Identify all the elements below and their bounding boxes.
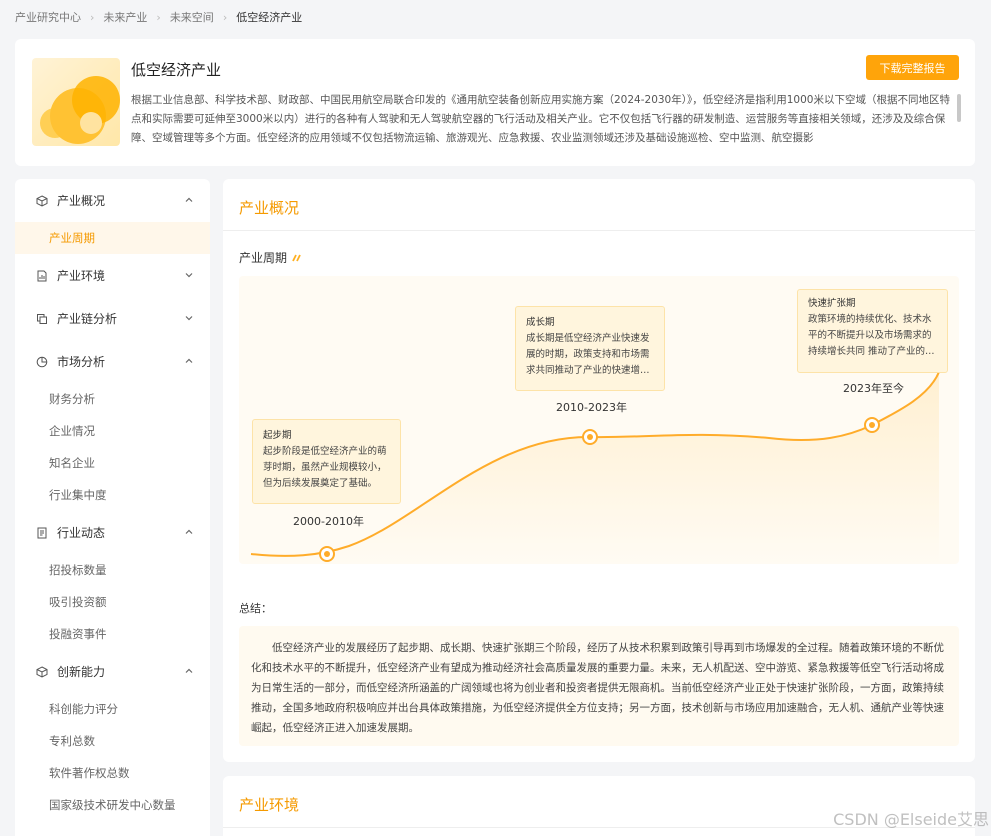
section-title: 产业环境 xyxy=(239,796,300,814)
stage-date: 2010-2023年 xyxy=(556,401,627,414)
industry-header-card: 低空经济产业 下载完整报告 根据工业信息部、科学技术部、财政部、中国民用航空局联… xyxy=(15,39,975,166)
sidebar-item-famous-companies[interactable]: 知名企业 xyxy=(15,447,210,479)
stage-name: 起步期 xyxy=(263,430,292,441)
chevron-up-icon xyxy=(184,355,194,369)
sidebar-item-industry-cycle[interactable]: 产业周期 xyxy=(15,222,210,254)
subsection-title: 产业周期 xyxy=(239,249,302,266)
industry-cover-image xyxy=(32,58,120,146)
divider xyxy=(223,230,975,231)
summary-label: 总结： xyxy=(239,602,272,615)
sidebar-item-companies[interactable]: 企业情况 xyxy=(15,415,210,447)
sidebar-section-innovation[interactable]: 创新能力 xyxy=(15,650,210,693)
breadcrumb-link[interactable]: 产业研究中心 xyxy=(15,9,81,25)
sidebar-item-finance[interactable]: 财务分析 xyxy=(15,383,210,415)
double-slash-icon xyxy=(291,254,302,262)
stage-card: 成长期 成长期是低空经济产业快速发展的时期，政策支持和市场需求共同推动了产业的快… xyxy=(515,306,665,391)
pie-chart-icon xyxy=(35,355,49,369)
chevron-down-icon xyxy=(184,312,194,326)
breadcrumb-current: 低空经济产业 xyxy=(236,11,303,24)
breadcrumb: 产业研究中心 › 未来产业 › 未来空间 › 低空经济产业 xyxy=(15,8,302,26)
sidebar-nav: 产业概况 产业周期 产业环境 产业链分析 市场分析 财务分析 企业情况 知名企业… xyxy=(15,179,210,836)
stage-marker-start xyxy=(319,546,335,562)
sidebar-item-patents[interactable]: 专利总数 xyxy=(15,725,210,757)
sidebar-section-label: 产业概况 xyxy=(57,194,106,208)
sidebar-item-financing-events[interactable]: 投融资事件 xyxy=(15,618,210,650)
cube-icon xyxy=(35,194,49,208)
stage-date: 2000-2010年 xyxy=(293,515,364,528)
stage-text: 政策环境的持续优化、技术水平的不断提升以及市场需求的持续增长共同 推动了产业的… xyxy=(808,314,935,357)
sidebar-section-environment[interactable]: 产业环境 xyxy=(15,254,210,297)
stage-name: 成长期 xyxy=(526,317,555,328)
chevron-right-icon: › xyxy=(90,10,95,24)
sidebar-section-label: 市场分析 xyxy=(57,355,106,369)
chevron-up-icon xyxy=(184,194,194,208)
stage-text: 起步阶段是低空经济产业的萌芽时期，虽然产业规模较小，但为后续发展奠定了基础。 xyxy=(263,446,387,489)
industry-cycle-timeline: 起步期 起步阶段是低空经济产业的萌芽时期，虽然产业规模较小，但为后续发展奠定了基… xyxy=(239,276,959,564)
chevron-right-icon: › xyxy=(222,10,228,24)
watermark: CSDN @Elseide艾思 xyxy=(833,810,989,829)
stage-text: 成长期是低空经济产业快速发展的时期，政策支持和市场需求共同推动了产业的快速增… xyxy=(526,333,650,376)
sidebar-section-label: 创新能力 xyxy=(57,665,106,679)
sidebar-section-dynamics[interactable]: 行业动态 xyxy=(15,511,210,554)
chevron-down-icon xyxy=(184,269,194,283)
document-chart-icon xyxy=(35,269,49,283)
sidebar-item-innovation-score[interactable]: 科创能力评分 xyxy=(15,693,210,725)
stage-marker-expansion xyxy=(864,417,880,433)
stage-name: 快速扩张期 xyxy=(808,298,856,309)
description-scrollbar[interactable] xyxy=(957,94,961,122)
news-icon xyxy=(35,526,49,540)
chevron-right-icon: › xyxy=(156,10,161,24)
sidebar-item-rd-centers[interactable]: 国家级技术研发中心数量 xyxy=(15,789,210,821)
stage-card: 快速扩张期 政策环境的持续优化、技术水平的不断提升以及市场需求的持续增长共同 推… xyxy=(797,289,948,373)
copy-icon xyxy=(35,312,49,326)
breadcrumb-link[interactable]: 未来空间 xyxy=(170,9,214,25)
sidebar-section-label: 产业环境 xyxy=(57,269,106,283)
sidebar-item-software-copyrights[interactable]: 软件著作权总数 xyxy=(15,757,210,789)
stage-date: 2023年至今 xyxy=(843,382,904,395)
sidebar-item-bids[interactable]: 招投标数量 xyxy=(15,554,210,586)
box-icon xyxy=(35,665,49,679)
overview-card: 产业概况 产业周期 起步期 起步阶段是低空经济产业的萌芽时期，虽然产业规模较小，… xyxy=(223,179,975,762)
industry-description: 根据工业信息部、科学技术部、财政部、中国民用航空局联合印发的《通用航空装备创新应… xyxy=(131,94,950,144)
section-title: 产业概况 xyxy=(239,199,300,217)
sidebar-section-market[interactable]: 市场分析 xyxy=(15,340,210,383)
sidebar-section-label: 产业链分析 xyxy=(57,312,118,326)
sidebar-item-concentration[interactable]: 行业集中度 xyxy=(15,479,210,511)
subsection-title-text: 产业周期 xyxy=(239,251,288,265)
summary-text: 低空经济产业的发展经历了起步期、成长期、快速扩张期三个阶段，经历了从技术积累到政… xyxy=(239,626,959,746)
breadcrumb-link[interactable]: 未来产业 xyxy=(103,9,147,25)
sidebar-section-label: 行业动态 xyxy=(57,526,106,540)
stage-card: 起步期 起步阶段是低空经济产业的萌芽时期，虽然产业规模较小，但为后续发展奠定了基… xyxy=(252,419,401,504)
sidebar-section-overview[interactable]: 产业概况 xyxy=(15,179,210,222)
sidebar-section-chain[interactable]: 产业链分析 xyxy=(15,297,210,340)
stage-marker-growth xyxy=(582,429,598,445)
download-report-button[interactable]: 下载完整报告 xyxy=(866,55,959,80)
sidebar-item-investment[interactable]: 吸引投资额 xyxy=(15,586,210,618)
industry-title: 低空经济产业 xyxy=(131,61,222,79)
chevron-up-icon xyxy=(184,526,194,540)
chevron-up-icon xyxy=(184,665,194,679)
